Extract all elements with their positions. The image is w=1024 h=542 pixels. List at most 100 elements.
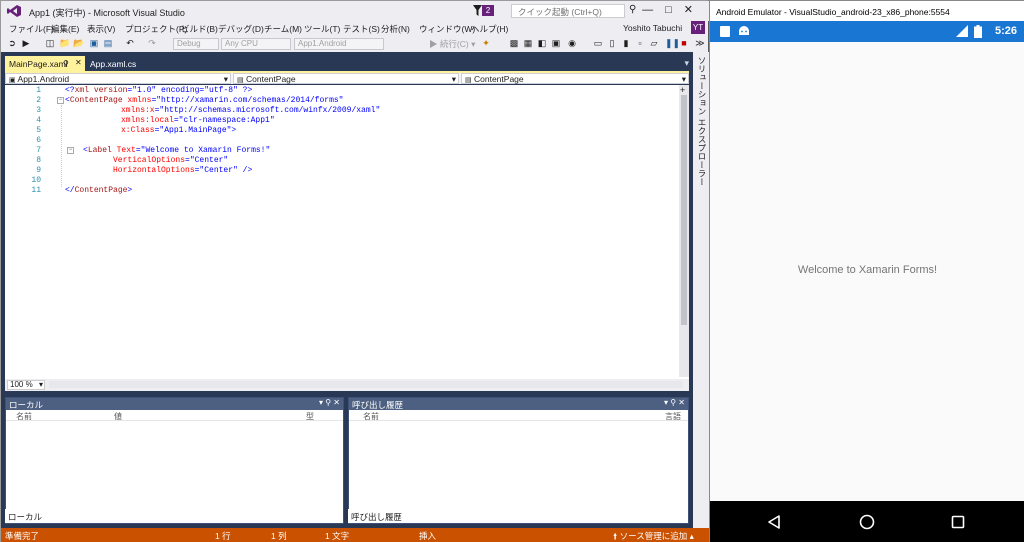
tab-app-xaml-cs[interactable]: App.xaml.cs (87, 56, 139, 71)
split-icon[interactable]: + (680, 85, 685, 95)
scrollbar-thumb[interactable] (681, 95, 687, 325)
window-icon[interactable]: ▫ (635, 38, 645, 48)
line-number: 8 (36, 156, 41, 165)
close-button[interactable]: ✕ (684, 4, 705, 16)
tab-exception-settings[interactable]: 例外設定 (397, 509, 437, 523)
save-all-icon[interactable]: ▤ (103, 38, 113, 48)
vertical-scrollbar[interactable]: + (679, 85, 689, 377)
code-token: ContentPage (69, 96, 123, 105)
visual-studio-logo-icon (7, 5, 21, 17)
type-dropdown-label: ContentPage (246, 74, 296, 84)
solution-explorer-tab[interactable]: ソリューション エクスプローラー (693, 52, 709, 528)
tab-watch-1[interactable]: ウォッチ 1 (36, 509, 83, 523)
desktop: App1 (実行中) - Microsoft Visual Studio 2 ク… (0, 0, 1024, 542)
notifications-button[interactable]: 2 (473, 5, 495, 17)
menu-debug[interactable]: デバッグ(D) (218, 23, 264, 35)
startup-project-dropdown[interactable]: App1.Android (294, 38, 384, 50)
maximize-button[interactable]: □ (665, 4, 684, 16)
sdk-icon[interactable]: ▱ (649, 38, 659, 48)
type-dropdown[interactable]: ▤ ContentPage ▾ (233, 73, 459, 84)
code-token: xmlns (122, 96, 152, 105)
column-language[interactable]: 言語 (665, 411, 681, 422)
source-control-button[interactable]: 🠙 ソース管理に追加 ▴ (613, 530, 694, 542)
tab-label: App.xaml.cs (90, 59, 137, 69)
avatar[interactable]: YT (691, 21, 705, 34)
document-tabs: MainPage.xaml ⚲ ✕ App.xaml.cs ▾ (1, 55, 693, 72)
close-icon[interactable]: ✕ (75, 58, 82, 67)
menu-tools[interactable]: ツール(T) (304, 23, 340, 35)
pin-icon[interactable]: ⚲ (325, 398, 331, 407)
panel-icon[interactable]: ◧ (537, 38, 547, 48)
undo-icon[interactable]: ↶ (125, 38, 135, 48)
continue-button[interactable]: ▶ 続行(C) ▾ (429, 38, 475, 49)
dropdown-icon[interactable]: ▾ (319, 398, 323, 407)
close-icon[interactable]: ✕ (678, 398, 685, 407)
menu-file[interactable]: ファイル(F) (9, 23, 54, 35)
line-number: 7 (36, 146, 41, 155)
collapse-icon[interactable]: − (57, 97, 64, 104)
minimize-button[interactable]: — (642, 4, 665, 16)
pin-icon[interactable]: ⚲ (670, 398, 676, 407)
collapse-icon[interactable]: − (67, 147, 74, 154)
pause-icon[interactable]: ❚❚ (665, 38, 680, 48)
menu-help[interactable]: ヘルプ(H) (471, 23, 508, 35)
tab-overflow-icon[interactable]: ▾ (684, 58, 689, 69)
menu-build[interactable]: ビルド(B) (181, 23, 218, 35)
phone-icon[interactable]: ▯ (607, 38, 617, 48)
attach-icon[interactable]: ✦ (481, 38, 491, 48)
toolbar-overflow-icon[interactable]: ≫ (695, 38, 705, 48)
menu-edit[interactable]: 編集(E) (51, 23, 79, 35)
pin-icon[interactable]: ⚲ (63, 59, 69, 68)
code-token: ="Center" (185, 156, 229, 165)
recent-apps-icon[interactable] (950, 514, 966, 530)
user-name[interactable]: Yoshito Tabuchi (623, 23, 682, 33)
window-controls: —□✕ (642, 3, 705, 16)
column-type[interactable]: 型 (306, 411, 314, 422)
globe-icon[interactable]: ◉ (567, 38, 577, 48)
tab-locals[interactable]: ローカル (5, 509, 42, 523)
home-icon[interactable] (859, 514, 875, 530)
stop-icon[interactable]: ■ (679, 38, 689, 48)
member-icon: ▤ (465, 77, 472, 84)
menu-view[interactable]: 表示(V) (87, 23, 115, 35)
search-icon[interactable]: ⚲ (629, 4, 636, 15)
member-dropdown[interactable]: ▤ ContentPage ▾ (461, 73, 689, 84)
tab-call-stack[interactable]: 呼び出し履歴 (348, 509, 402, 523)
save-icon[interactable]: ▣ (89, 38, 99, 48)
code-editor[interactable]: 1 2 3 4 5 6 7 8 9 10 11 − − <?xml versio… (5, 85, 689, 379)
quick-launch-input[interactable]: クイック起動 (Ctrl+Q) (511, 4, 625, 18)
forward-icon[interactable]: ▶ (21, 38, 31, 48)
back-icon[interactable] (766, 514, 782, 530)
zoom-dropdown[interactable]: 100 % ▾ (7, 380, 45, 390)
column-value[interactable]: 値 (114, 411, 122, 422)
menu-analyze[interactable]: 分析(N) (381, 23, 410, 35)
layout-icon[interactable]: ▦ (523, 38, 533, 48)
column-name[interactable]: 名前 (16, 411, 32, 422)
code-token: ="http://schemas.microsoft.com/winfx/200… (154, 106, 381, 115)
open-icon[interactable]: 📂 (73, 38, 84, 48)
menu-window[interactable]: ウィンドウ(W) (419, 23, 475, 35)
solution-platform-dropdown[interactable]: Any CPU (221, 38, 291, 50)
menu-team[interactable]: チーム(M) (264, 23, 302, 35)
back-icon[interactable]: ➲ (7, 38, 17, 48)
solution-configuration-dropdown[interactable]: Debug (173, 38, 219, 50)
tablet-icon[interactable]: ▮ (621, 38, 631, 48)
menu-project[interactable]: プロジェクト(P) (125, 23, 187, 35)
monitor-icon[interactable]: ▭ (593, 38, 603, 48)
dropdown-icon[interactable]: ▾ (664, 398, 668, 407)
code-token: HorizontalOptions (113, 166, 195, 175)
device-icon[interactable]: ▩ (509, 38, 519, 48)
tab-mainpage-xaml[interactable]: MainPage.xaml ⚲ ✕ (5, 56, 85, 72)
close-icon[interactable]: ✕ (333, 398, 340, 407)
redo-icon[interactable]: ↷ (147, 38, 157, 48)
menu-test[interactable]: テスト(S) (343, 23, 380, 35)
tab-immediate-window[interactable]: イミディエイト ウィンドウ (433, 509, 543, 523)
column-name[interactable]: 名前 (363, 411, 379, 422)
horizontal-scrollbar[interactable] (49, 381, 683, 388)
new-project-icon[interactable]: ◫ (45, 38, 55, 48)
project-dropdown[interactable]: ▣ App1.Android ▾ (5, 73, 231, 84)
android-emulator-window: Android Emulator - VisualStudio_android-… (709, 0, 1024, 542)
open-file-icon[interactable]: 📁 (59, 38, 70, 48)
code-token: Label (87, 146, 112, 155)
emulator-icon[interactable]: ▣ (551, 38, 561, 48)
